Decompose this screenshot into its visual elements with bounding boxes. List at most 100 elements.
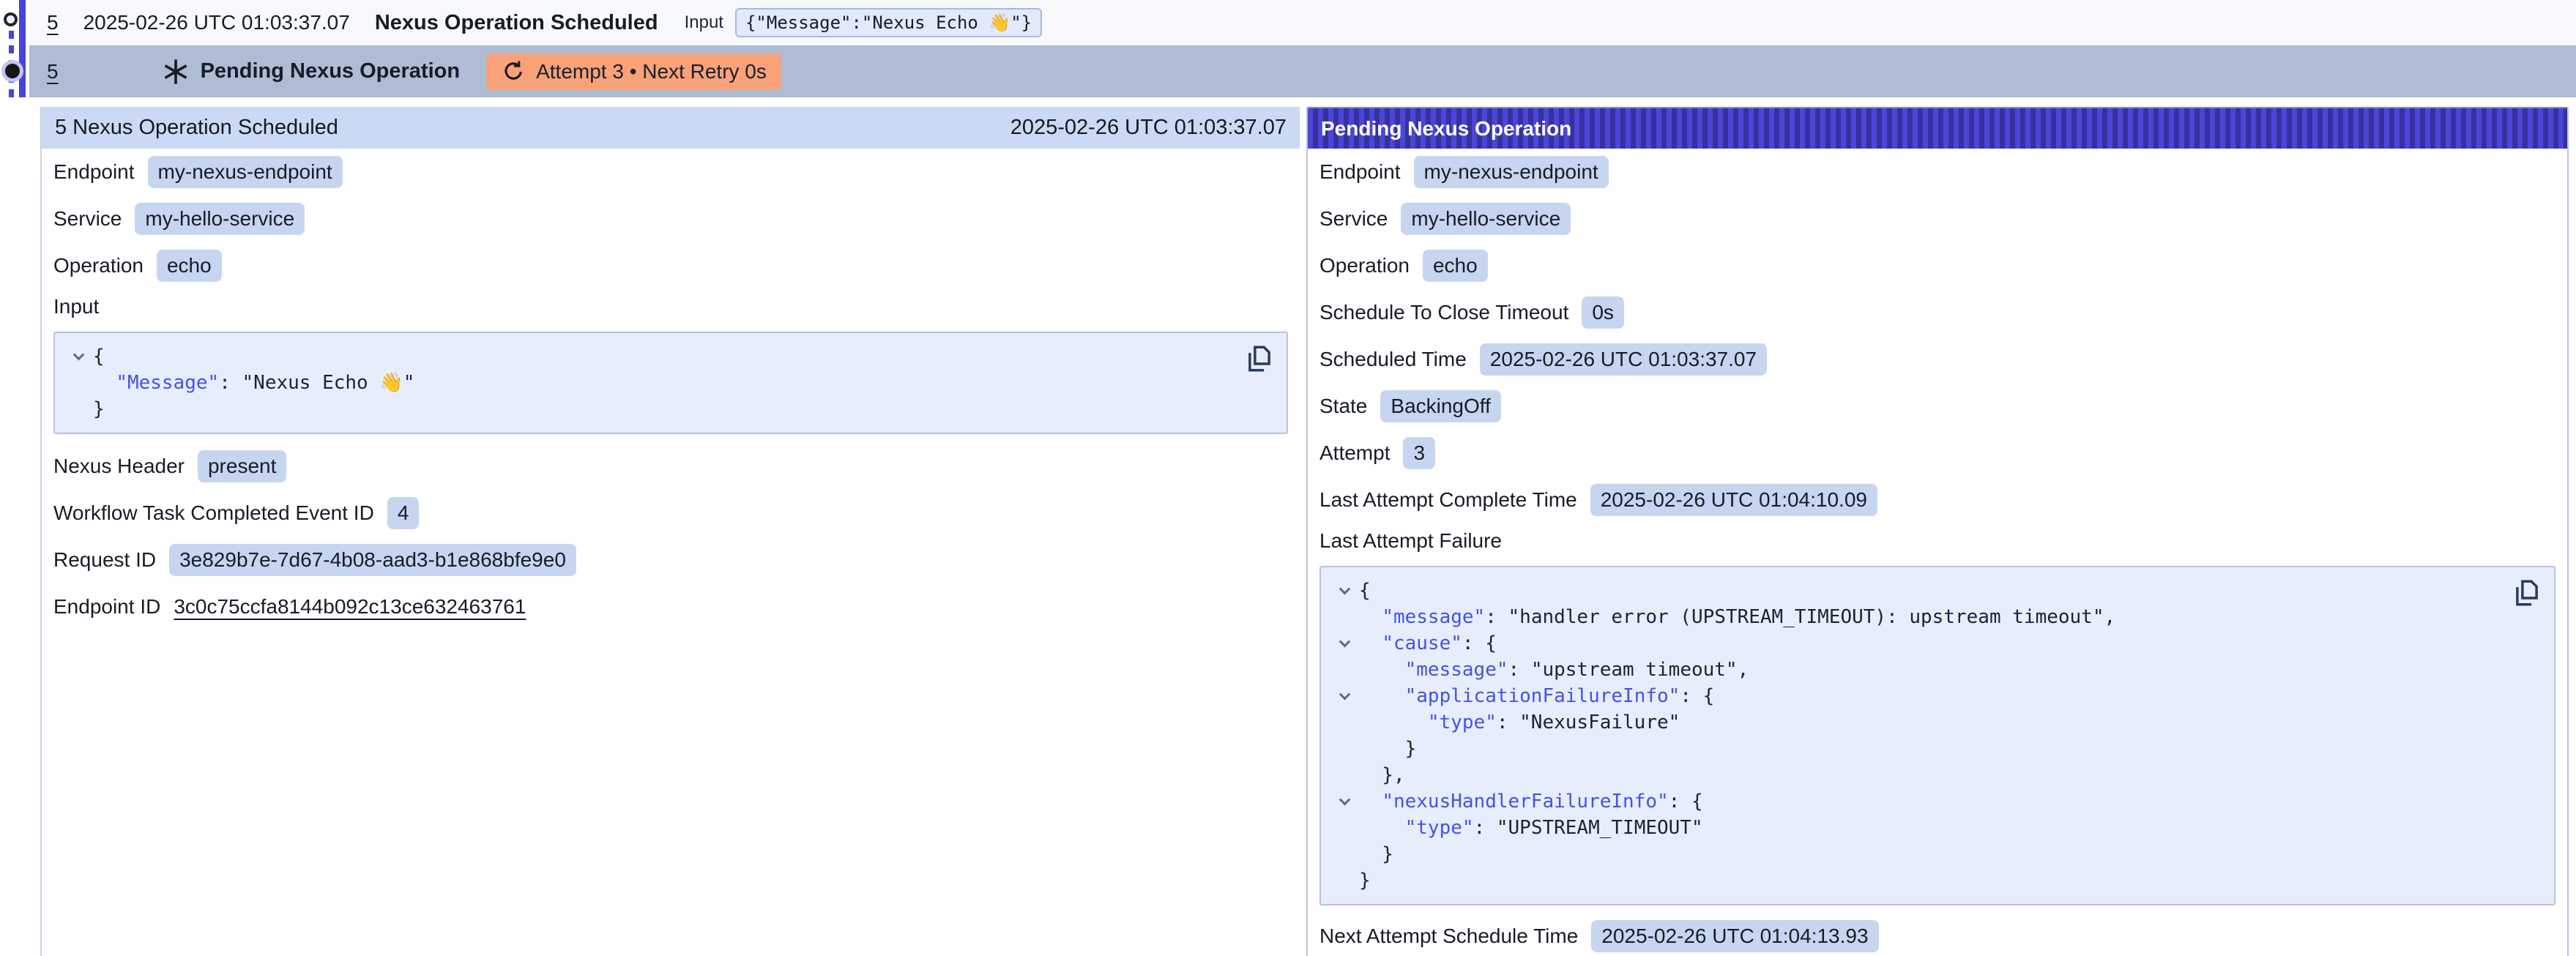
pending-asterisk-icon	[161, 57, 190, 86]
input-section-label-row: Input	[53, 289, 1300, 324]
input-section-label: Input	[53, 295, 99, 318]
field-label: Next Attempt Schedule Time	[1319, 925, 1578, 948]
field-row: Nexus Header present	[53, 443, 1300, 490]
field-row: Service my-hello-service	[1319, 195, 2567, 242]
failure-json-viewer: { "message": "handler error (UPSTREAM_TI…	[1319, 566, 2555, 905]
field-row: Endpoint my-nexus-endpoint	[1319, 149, 2567, 195]
field-row: State BackingOff	[1319, 383, 2567, 430]
copy-icon	[2512, 578, 2542, 608]
code-line: "message": "handler error (UPSTREAM_TIME…	[1359, 604, 2115, 630]
field-label: State	[1319, 395, 1367, 418]
field-label: Endpoint ID	[53, 595, 160, 619]
code-line: }	[1359, 841, 1393, 867]
field-value-badge: my-nexus-endpoint	[1414, 156, 1609, 188]
field-label: Endpoint	[53, 160, 135, 184]
code-line: }	[1359, 736, 1416, 762]
field-value-badge: echo	[1423, 250, 1488, 282]
collapse-chevron-icon[interactable]	[72, 348, 84, 360]
collapse-chevron-icon[interactable]	[1339, 635, 1350, 647]
event-row-pending[interactable]: 5 Pending Nexus Operation Attempt 3 • Ne…	[29, 45, 2576, 97]
collapse-chevron-icon[interactable]	[1339, 688, 1350, 700]
field-label: Last Attempt Complete Time	[1319, 488, 1577, 512]
code-line: }	[1359, 867, 1371, 894]
code-line: },	[1359, 762, 1405, 788]
code-gutter	[1330, 657, 1359, 683]
field-label: Endpoint	[1319, 160, 1401, 184]
pending-panel-title: Pending Nexus Operation	[1321, 117, 1571, 141]
field-label: Operation	[1319, 254, 1410, 277]
pending-panel-header: Pending Nexus Operation	[1308, 107, 2567, 149]
field-label: Service	[1319, 207, 1388, 231]
field-row: Workflow Task Completed Event ID 4	[53, 490, 1300, 537]
field-row: Request ID 3e829b7e-7d67-4b08-aad3-b1e86…	[53, 537, 1300, 583]
retry-badge-label: Attempt 3 • Next Retry 0s	[536, 60, 767, 83]
field-label: Service	[53, 207, 122, 231]
field-row: Operation echo	[1319, 242, 2567, 289]
field-value-badge: 2025-02-26 UTC 01:04:13.93	[1591, 920, 1878, 952]
code-line: "message": "upstream timeout",	[1359, 657, 1749, 683]
copy-button[interactable]	[1244, 343, 1275, 376]
copy-icon	[1244, 343, 1275, 374]
field-value-badge: 3e829b7e-7d67-4b08-aad3-b1e868bfe9e0	[169, 544, 576, 576]
code-gutter	[1330, 630, 1359, 657]
code-line: "cause": {	[1359, 630, 1497, 657]
code-gutter	[64, 396, 93, 422]
code-gutter	[1330, 709, 1359, 736]
field-row: Schedule To Close Timeout 0s	[1319, 289, 2567, 336]
field-row: Next Attempt Schedule Time 2025-02-26 UT…	[1319, 913, 2567, 956]
code-line: "type": "NexusFailure"	[1359, 709, 1680, 736]
timeline-event-dot-filled	[5, 64, 20, 78]
field-label: Schedule To Close Timeout	[1319, 301, 1568, 324]
code-gutter	[1330, 762, 1359, 788]
code-gutter	[64, 370, 93, 396]
scheduled-detail-panel: 5 Nexus Operation Scheduled 2025-02-26 U…	[40, 107, 1300, 956]
field-value-badge: 2025-02-26 UTC 01:03:37.07	[1480, 343, 1767, 376]
code-gutter	[1330, 578, 1359, 604]
field-value-badge: 3	[1403, 437, 1435, 469]
event-detail-panels: 5 Nexus Operation Scheduled 2025-02-26 U…	[40, 107, 2569, 956]
event-id-link[interactable]: 5	[47, 11, 59, 34]
collapse-chevron-icon[interactable]	[1339, 793, 1350, 805]
retry-icon	[501, 59, 526, 84]
code-line: }	[93, 396, 105, 422]
field-value-badge: 4	[387, 497, 420, 529]
field-value-badge: my-hello-service	[1401, 203, 1571, 235]
collapse-chevron-icon[interactable]	[1339, 583, 1350, 594]
scheduled-panel-timestamp: 2025-02-26 UTC 01:03:37.07	[1010, 116, 1287, 140]
field-row: Scheduled Time 2025-02-26 UTC 01:03:37.0…	[1319, 336, 2567, 383]
field-label: Scheduled Time	[1319, 348, 1467, 371]
field-row: Service my-hello-service	[53, 195, 1300, 242]
event-id-link[interactable]: 5	[47, 60, 59, 83]
event-timestamp: 2025-02-26 UTC 01:03:37.07	[83, 11, 350, 34]
field-value-badge: my-nexus-endpoint	[148, 156, 343, 188]
timeline-active-bar	[19, 0, 26, 97]
field-label: Request ID	[53, 548, 156, 572]
field-label: Operation	[53, 254, 144, 277]
field-row: Endpoint my-nexus-endpoint	[53, 149, 1300, 195]
pending-detail-panel: Pending Nexus Operation Endpoint my-nexu…	[1306, 107, 2569, 956]
endpoint-id-link[interactable]: 3c0c75ccfa8144b092c13ce632463761	[174, 595, 526, 619]
field-label: Workflow Task Completed Event ID	[53, 501, 374, 525]
event-row-scheduled[interactable]: 5 2025-02-26 UTC 01:03:37.07 Nexus Opera…	[29, 0, 2576, 45]
failure-section-label-row: Last Attempt Failure	[1319, 523, 2567, 559]
copy-button[interactable]	[2512, 578, 2542, 610]
field-value-badge: present	[198, 450, 286, 482]
field-row: Last Attempt Complete Time 2025-02-26 UT…	[1319, 477, 2567, 523]
field-row: Endpoint ID 3c0c75ccfa8144b092c13ce63246…	[53, 583, 1300, 630]
code-line: "nexusHandlerFailureInfo": {	[1359, 788, 1703, 815]
code-line: "type": "UPSTREAM_TIMEOUT"	[1359, 815, 1703, 841]
failure-section-label: Last Attempt Failure	[1319, 529, 1502, 553]
code-gutter	[1330, 867, 1359, 894]
event-input-label: Input	[685, 12, 723, 33]
field-value-badge: 0s	[1582, 296, 1624, 329]
code-gutter	[1330, 736, 1359, 762]
field-row: Attempt 3	[1319, 430, 2567, 477]
scheduled-panel-title: 5 Nexus Operation Scheduled	[55, 116, 338, 140]
code-gutter	[1330, 683, 1359, 709]
code-line: "applicationFailureInfo": {	[1359, 683, 1714, 709]
code-line: {	[1359, 578, 1371, 604]
field-label: Nexus Header	[53, 455, 185, 478]
event-input-chip[interactable]: {"Message":"Nexus Echo 👋"}	[735, 8, 1042, 37]
field-value-badge: echo	[157, 250, 222, 282]
code-line: {	[93, 343, 105, 370]
